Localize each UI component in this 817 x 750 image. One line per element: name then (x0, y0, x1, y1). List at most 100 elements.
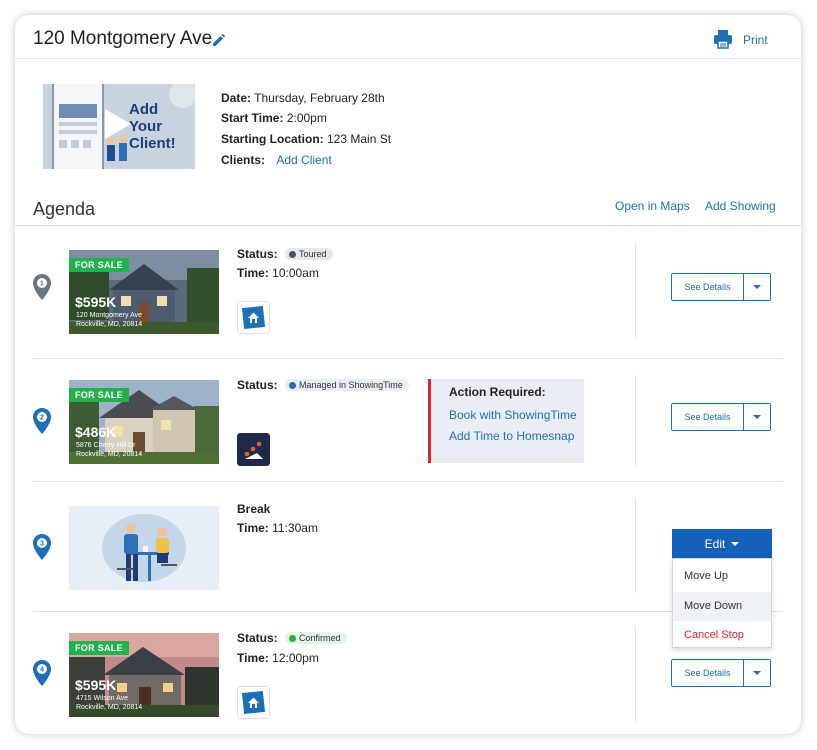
details-dropdown-toggle[interactable] (744, 404, 770, 430)
starting-location-label: Starting Location: (221, 132, 324, 146)
time-row: Time: 12:00pm (237, 651, 319, 665)
agenda-title: Agenda (33, 199, 96, 219)
start-time-row: Start Time: 2:00pm (221, 111, 327, 125)
listing-price: $595K (75, 294, 117, 310)
status-row: Status: Confirmed (237, 631, 347, 645)
move-up-item[interactable]: Move Up (673, 562, 771, 591)
see-details-label[interactable]: See Details (672, 404, 744, 430)
check-circle-icon (289, 635, 297, 642)
row-divider (33, 611, 783, 612)
time-label: Time: (237, 521, 269, 535)
map-pin-icon: 3 (33, 534, 51, 560)
address-line-1: 5876 Cherry Hill Dr (76, 442, 136, 449)
listing-photo[interactable]: FOR SALE $595K 120 Montgomery Ave Rockvi… (69, 250, 219, 334)
break-illustration (69, 506, 219, 590)
address-line-2: Rockville, MD, 20814 (76, 451, 143, 458)
date-value: Thursday, February 28th (254, 91, 385, 105)
print-button[interactable]: Print (743, 33, 768, 47)
time-value: 10:00am (272, 266, 319, 280)
clients-row: Clients: Add Client (221, 153, 332, 167)
action-required-title: Action Required: (449, 385, 546, 399)
details-dropdown-toggle[interactable] (744, 660, 770, 686)
time-row: Time: 11:30am (237, 521, 318, 535)
break-art (102, 514, 186, 582)
time-row: Time: 10:00am (237, 266, 319, 280)
for-sale-badge: FOR SALE (69, 258, 129, 272)
address-line-2: Rockville, MD, 20814 (76, 321, 143, 328)
start-time-label: Start Time: (221, 111, 284, 125)
video-text: Add Your Client! (129, 101, 176, 152)
add-showing-link[interactable]: Add Showing (705, 199, 776, 213)
column-divider (635, 375, 636, 467)
chevron-down-icon (753, 285, 761, 289)
add-client-video[interactable]: Add Your Client! (43, 84, 195, 169)
cancel-stop-item[interactable]: Cancel Stop (673, 621, 771, 650)
see-details-label[interactable]: See Details (672, 660, 744, 686)
open-in-maps-link[interactable]: Open in Maps (615, 199, 690, 213)
edit-menu: Move Up Move Down Cancel Stop (672, 558, 772, 648)
for-sale-badge: FOR SALE (69, 388, 129, 402)
pin-number: 4 (40, 667, 44, 674)
status-text: Managed in ShowingTime (299, 380, 403, 390)
status-label: Status: (237, 247, 278, 261)
action-required-panel: Action Required: Book with ShowingTime A… (428, 379, 584, 463)
edit-label[interactable]: Edit (705, 537, 726, 551)
address-line-1: 4715 Wilson Ave (76, 695, 129, 702)
edit-button[interactable]: Edit (672, 529, 772, 558)
see-details-label[interactable]: See Details (672, 274, 744, 300)
status-text: Confirmed (299, 633, 341, 643)
status-badge: Toured (285, 248, 333, 260)
pin-number: 1 (40, 281, 44, 288)
clock-icon (289, 382, 297, 389)
listing-address: 120 Montgomery Ave Rockville, MD, 20814 (76, 311, 142, 329)
chevron-down-icon (731, 541, 740, 546)
listing-address: 4715 Wilson Ave Rockville, MD, 20814 (76, 694, 142, 712)
listing-photo[interactable]: FOR SALE $595K 4715 Wilson Ave Rockville… (69, 633, 219, 717)
listing-price: $595K (75, 677, 117, 693)
see-details-button[interactable]: See Details (671, 273, 771, 301)
pencil-icon[interactable] (211, 32, 227, 48)
map-pin-icon: 1 (33, 274, 51, 300)
address-line-2: Rockville, MD, 20814 (76, 704, 143, 711)
for-sale-badge: FOR SALE (69, 641, 129, 655)
row-divider (33, 358, 783, 359)
book-with-showingtime-link[interactable]: Book with ShowingTime (449, 408, 577, 422)
printer-icon[interactable] (712, 28, 734, 50)
map-pin-icon: 4 (33, 660, 51, 686)
header-divider (15, 58, 801, 59)
see-details-button[interactable]: See Details (671, 659, 771, 687)
time-value: 12:00pm (272, 651, 319, 665)
date-row: Date: Thursday, February 28th (221, 91, 385, 105)
map-pin-icon: 2 (33, 408, 51, 434)
status-badge: Confirmed (285, 632, 347, 644)
pin-number: 3 (40, 541, 44, 548)
homesnap-icon[interactable] (237, 301, 270, 334)
listing-address: 5876 Cherry Hill Dr Rockville, MD, 20814 (76, 441, 142, 459)
time-label: Time: (237, 266, 269, 280)
add-client-link[interactable]: Add Client (276, 153, 331, 167)
status-text: Toured (299, 249, 327, 259)
move-down-item[interactable]: Move Down (673, 592, 771, 621)
add-time-to-homesnap-link[interactable]: Add Time to Homesnap (449, 429, 574, 443)
status-row: Status: Toured (237, 247, 333, 261)
tour-card: 120 Montgomery Ave Print Add Your Client… (15, 15, 801, 734)
starting-location-row: Starting Location: 123 Main St (221, 132, 391, 146)
homesnap-icon[interactable] (237, 686, 270, 719)
showingtime-icon[interactable] (237, 433, 270, 466)
pin-number: 2 (40, 415, 44, 422)
status-label: Status: (237, 378, 278, 392)
time-value: 11:30am (272, 521, 318, 535)
date-label: Date: (221, 91, 252, 105)
start-time-value: 2:00pm (286, 111, 327, 125)
starting-location-value: 123 Main St (327, 132, 392, 146)
status-badge: Managed in ShowingTime (285, 379, 409, 391)
listing-photo[interactable]: FOR SALE $486K 5876 Cherry Hill Dr Rockv… (69, 380, 219, 464)
column-divider (635, 498, 636, 593)
check-icon (289, 251, 297, 258)
status-row: Status: Managed in ShowingTime (237, 378, 409, 392)
listing-price: $486K (75, 424, 117, 440)
see-details-button[interactable]: See Details (671, 403, 771, 431)
break-title: Break (237, 502, 271, 516)
chevron-down-icon (753, 671, 761, 675)
details-dropdown-toggle[interactable] (744, 274, 770, 300)
